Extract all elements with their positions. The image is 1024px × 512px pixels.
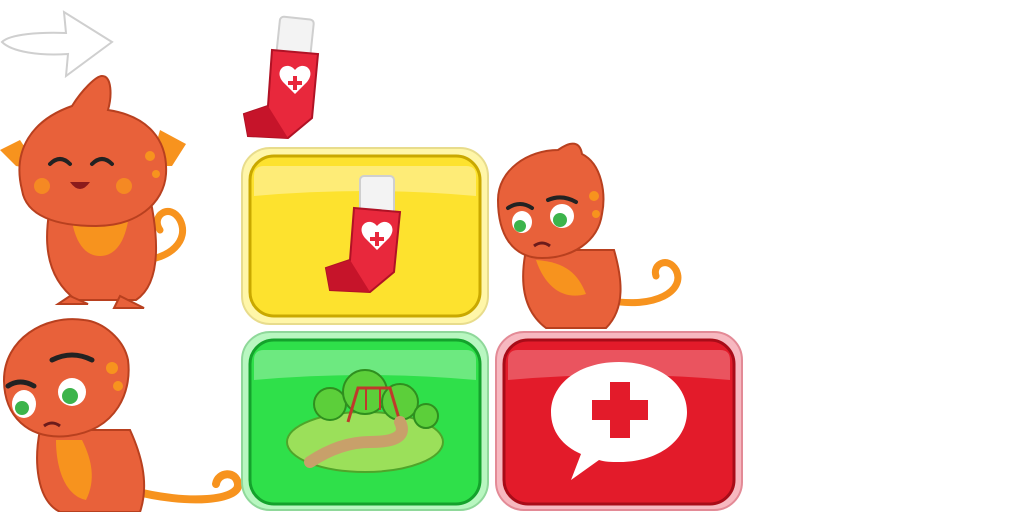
park-button[interactable] bbox=[240, 330, 490, 512]
mascot-happy bbox=[0, 70, 200, 310]
inhaler-icon bbox=[242, 15, 320, 140]
medical-help-button[interactable] bbox=[494, 330, 744, 512]
mascot-sad bbox=[490, 140, 690, 330]
mascot-happy-icon bbox=[0, 74, 186, 309]
inhaler-sprite bbox=[238, 14, 322, 146]
mascot-sick-icon bbox=[2, 318, 242, 512]
mascot-sick bbox=[0, 310, 250, 512]
inhaler-button[interactable] bbox=[240, 146, 490, 326]
mascot-sad-icon bbox=[496, 142, 682, 329]
arrow-right-icon bbox=[0, 6, 115, 79]
